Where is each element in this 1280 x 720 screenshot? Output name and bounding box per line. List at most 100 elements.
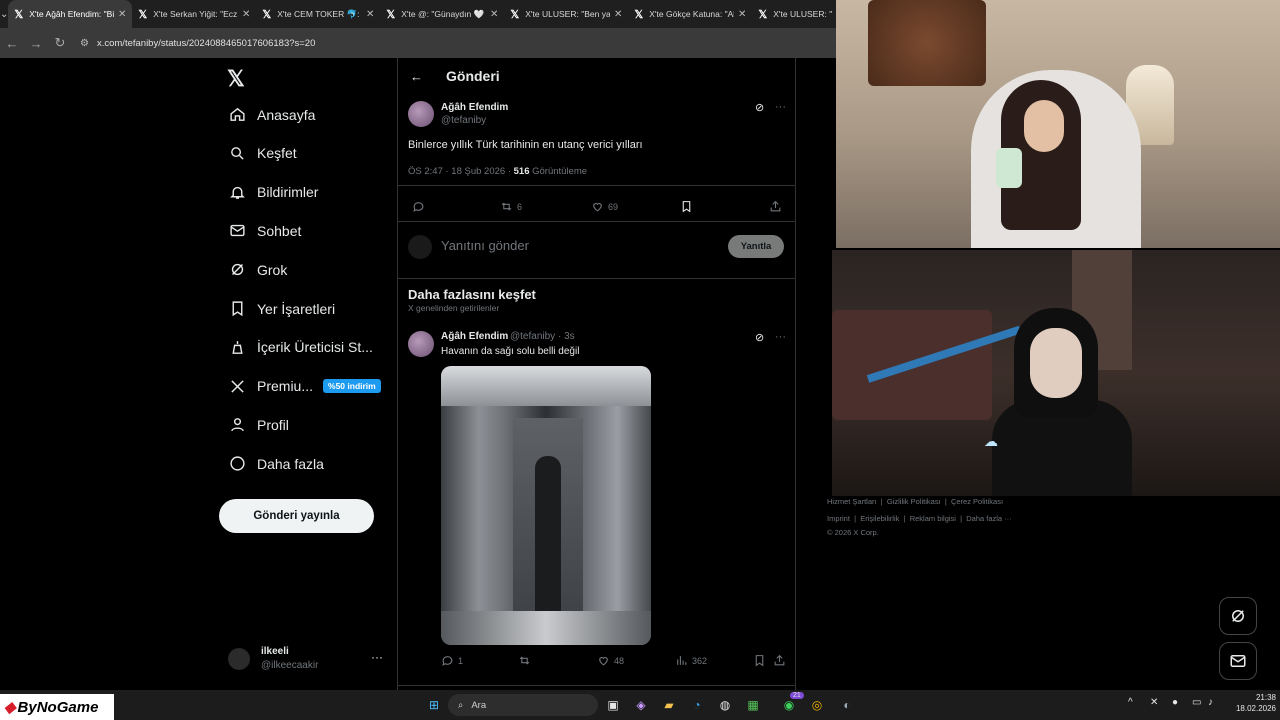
ads-info-link[interactable]: Reklam bilgisi <box>910 514 956 523</box>
author-handle[interactable]: @tefaniby · 3s <box>510 331 575 342</box>
close-icon[interactable]: ✕ <box>614 9 622 20</box>
edge-icon[interactable]: ◔ <box>688 696 706 714</box>
like-button[interactable]: 48 <box>597 654 624 667</box>
task-view-icon[interactable]: ▣ <box>604 696 622 714</box>
back-arrow-icon[interactable]: ← <box>0 36 24 51</box>
reply-button[interactable]: 1 <box>441 654 463 667</box>
store-icon[interactable]: ▦ <box>744 696 762 714</box>
browser-tab[interactable]: 𝕏 X'te Gökçe Katuna: "Al ✕ <box>628 0 752 28</box>
page-title: Gönderi <box>446 68 500 84</box>
x-favicon-icon: 𝕏 <box>386 8 396 21</box>
bookmark-button[interactable] <box>753 654 770 667</box>
account-name: ilkeeli <box>261 646 289 657</box>
sidebar-item-label: Daha fazla <box>257 455 324 472</box>
copilot-icon[interactable]: ◈ <box>632 696 650 714</box>
author-avatar[interactable] <box>408 331 434 357</box>
sidebar-item-bildirimler[interactable]: Bildirimler <box>227 184 318 201</box>
more-dots-icon[interactable]: ··· <box>775 331 786 343</box>
reply-input[interactable]: Yanıtını gönder <box>441 238 529 253</box>
like-count: 48 <box>614 655 625 666</box>
sidebar-item-label: Profil <box>257 416 289 433</box>
file-explorer-icon[interactable]: ▰ <box>660 696 678 714</box>
post-button[interactable]: Gönderi yayınla <box>219 499 374 533</box>
forward-arrow-icon[interactable]: → <box>24 36 48 51</box>
more-link[interactable]: Daha fazla ··· <box>966 514 1011 523</box>
author-name[interactable]: Ağâh Efendim <box>441 331 508 342</box>
more-dots-icon[interactable]: ··· <box>371 650 383 664</box>
clock[interactable]: 21:38 18.02.2026 <box>1226 692 1276 714</box>
sidebar-item-premiu-[interactable]: Premiu... %50 indirim <box>227 378 381 395</box>
terms-link[interactable]: Hizmet Şartları <box>827 497 877 506</box>
author-name[interactable]: Ağâh Efendim <box>441 102 508 113</box>
share-button[interactable] <box>773 654 790 667</box>
reply-button[interactable] <box>412 200 429 213</box>
close-icon[interactable]: ✕ <box>118 9 126 20</box>
browser-tab[interactable]: 𝕏 X'te CEM TOKER 🐬: " ✕ <box>256 0 380 28</box>
sidebar-item-profil[interactable]: Profil <box>227 416 289 433</box>
browser-tab[interactable]: 𝕏 X'te Ağâh Efendim: "Binlerce ✕ <box>8 0 133 28</box>
windows-start-icon[interactable]: ⊞ <box>425 696 443 714</box>
sidebar-item-daha-fazla[interactable]: Daha fazla <box>227 455 324 472</box>
author-avatar[interactable] <box>408 101 434 127</box>
sidebar-item-keşfet[interactable]: Keşfet <box>227 145 297 162</box>
network-off-icon[interactable]: ✕ <box>1150 697 1158 708</box>
bookmark-button[interactable] <box>680 200 697 213</box>
steam-icon[interactable]: ◐ <box>838 696 856 714</box>
close-icon[interactable]: ✕ <box>242 9 250 20</box>
grok-icon[interactable]: ⊘ <box>755 101 764 114</box>
bynogame-text: ByNoGame <box>17 698 99 716</box>
repost-count: 6 <box>517 201 523 212</box>
sidebar-item-anasayfa[interactable]: Anasayfa <box>227 106 315 123</box>
volume-icon[interactable]: ♪ <box>1208 697 1213 708</box>
sidebar-item-sohbet[interactable]: Sohbet <box>227 222 301 239</box>
views-button[interactable]: 362 <box>675 654 707 667</box>
author-handle[interactable]: @tefaniby <box>441 115 486 126</box>
app-icon[interactable]: ◍ <box>716 696 734 714</box>
reload-icon[interactable]: ↻ <box>48 35 72 51</box>
my-avatar <box>408 235 432 259</box>
share-button[interactable] <box>769 200 786 213</box>
accessibility-link[interactable]: Erişilebilirlik <box>860 514 899 523</box>
sidebar-item-label: Anasayfa <box>257 106 316 123</box>
cookie-link[interactable]: Çerez Politikası <box>951 497 1003 506</box>
post-text: Havanın da sağı solu belli değil <box>441 346 580 357</box>
image-person <box>535 456 561 616</box>
grok-fab-button[interactable] <box>1219 597 1257 635</box>
x-logo-icon[interactable]: 𝕏 <box>227 66 245 92</box>
site-info-icon[interactable]: ⚙ <box>80 38 89 49</box>
repost-button[interactable]: 6 <box>500 200 522 213</box>
display-icon[interactable]: ▭ <box>1192 697 1201 708</box>
grok-icon[interactable]: ⊘ <box>755 331 764 344</box>
messages-fab-button[interactable] <box>1219 642 1257 680</box>
tab-title: X'te Gökçe Katuna: "Al <box>649 9 734 19</box>
privacy-link[interactable]: Gizlilik Politikası <box>887 497 941 506</box>
sidebar-item-i-çerik-üreticisi-st-[interactable]: İçerik Üreticisi St... <box>227 339 373 356</box>
tab-search-chevron-icon[interactable]: ⌄ <box>0 0 8 28</box>
like-button[interactable]: 69 <box>591 200 618 213</box>
close-icon[interactable]: ✕ <box>738 9 746 20</box>
reply-submit-button[interactable]: Yanıtla <box>728 235 784 258</box>
back-arrow-icon[interactable]: ← <box>410 69 432 84</box>
browser-tab[interactable]: 𝕏 X'te Serkan Yiğit: "Ecz ✕ <box>132 0 256 28</box>
share-icon <box>770 200 781 212</box>
chrome-icon[interactable]: ◎ <box>808 696 826 714</box>
imprint-link[interactable]: Imprint <box>827 514 850 523</box>
url-field[interactable]: ⚙ x.com/tefaniby/status/2024088465017606… <box>80 38 315 49</box>
tray-chevron-icon[interactable]: ^ <box>1128 697 1133 708</box>
sidebar-item-grok[interactable]: Grok <box>227 261 287 278</box>
tab-title: X'te CEM TOKER 🐬: " <box>277 8 362 19</box>
account-switcher[interactable]: ilkeeli @ilkeecaakir ··· <box>228 642 388 676</box>
repost-button[interactable] <box>518 654 535 667</box>
browser-tab[interactable]: 𝕏 X'te @: "Günaydın 🤍 ✕ <box>380 0 504 28</box>
more-dots-icon[interactable]: ··· <box>775 101 786 113</box>
post-meta: ÖS 2:47 · 18 Şub 2026 · 516 Görüntüleme <box>408 166 587 177</box>
post-time[interactable]: ÖS 2:47 · 18 Şub 2026 · <box>408 166 514 177</box>
mic-icon[interactable]: ● <box>1172 697 1178 708</box>
browser-tab[interactable]: 𝕏 X'te ULUSER: "Ben ya ✕ <box>504 0 628 28</box>
taskbar-search[interactable]: ⌕ Ara <box>448 694 598 716</box>
x-favicon-icon: 𝕏 <box>510 8 520 21</box>
sidebar-item-yer-i-şaretleri[interactable]: Yer İşaretleri <box>227 300 335 317</box>
post-image[interactable] <box>441 366 651 645</box>
close-icon[interactable]: ✕ <box>366 9 374 20</box>
close-icon[interactable]: ✕ <box>490 9 498 20</box>
